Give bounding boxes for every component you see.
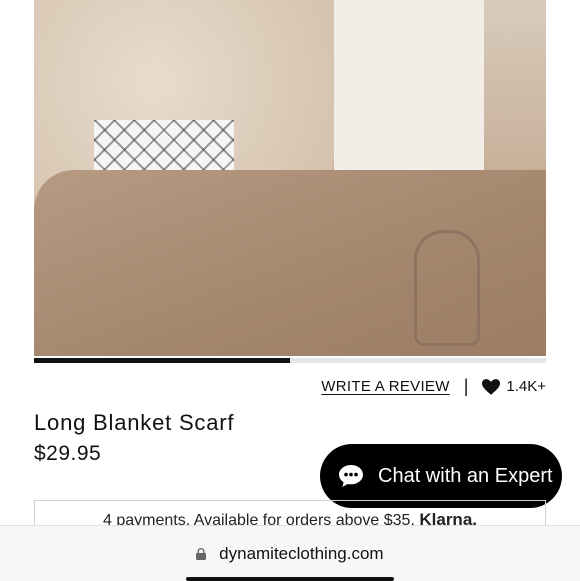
lock-icon xyxy=(196,548,207,560)
likes-count: 1.4K+ xyxy=(506,378,546,395)
home-indicator xyxy=(186,577,394,581)
browser-address-bar[interactable]: dynamiteclothing.com xyxy=(0,525,580,581)
image-carousel-progress xyxy=(34,358,546,363)
image-carousel-progress-fill xyxy=(34,358,290,363)
url-text: dynamiteclothing.com xyxy=(219,544,384,563)
heart-icon[interactable] xyxy=(482,378,501,395)
product-image[interactable] xyxy=(34,0,546,356)
address-display[interactable]: dynamiteclothing.com xyxy=(0,544,580,564)
product-actions: WRITE A REVIEW | 1.4K+ xyxy=(321,376,546,397)
chat-with-expert-button[interactable]: Chat with an Expert xyxy=(320,444,562,508)
image-drawstring xyxy=(414,230,480,346)
chat-bubble-icon xyxy=(339,465,363,487)
chat-button-label: Chat with an Expert xyxy=(378,464,553,487)
product-title: Long Blanket Scarf xyxy=(34,410,235,435)
write-review-link[interactable]: WRITE A REVIEW xyxy=(321,378,449,395)
product-price: $29.95 xyxy=(34,442,102,465)
actions-divider: | xyxy=(463,376,469,396)
